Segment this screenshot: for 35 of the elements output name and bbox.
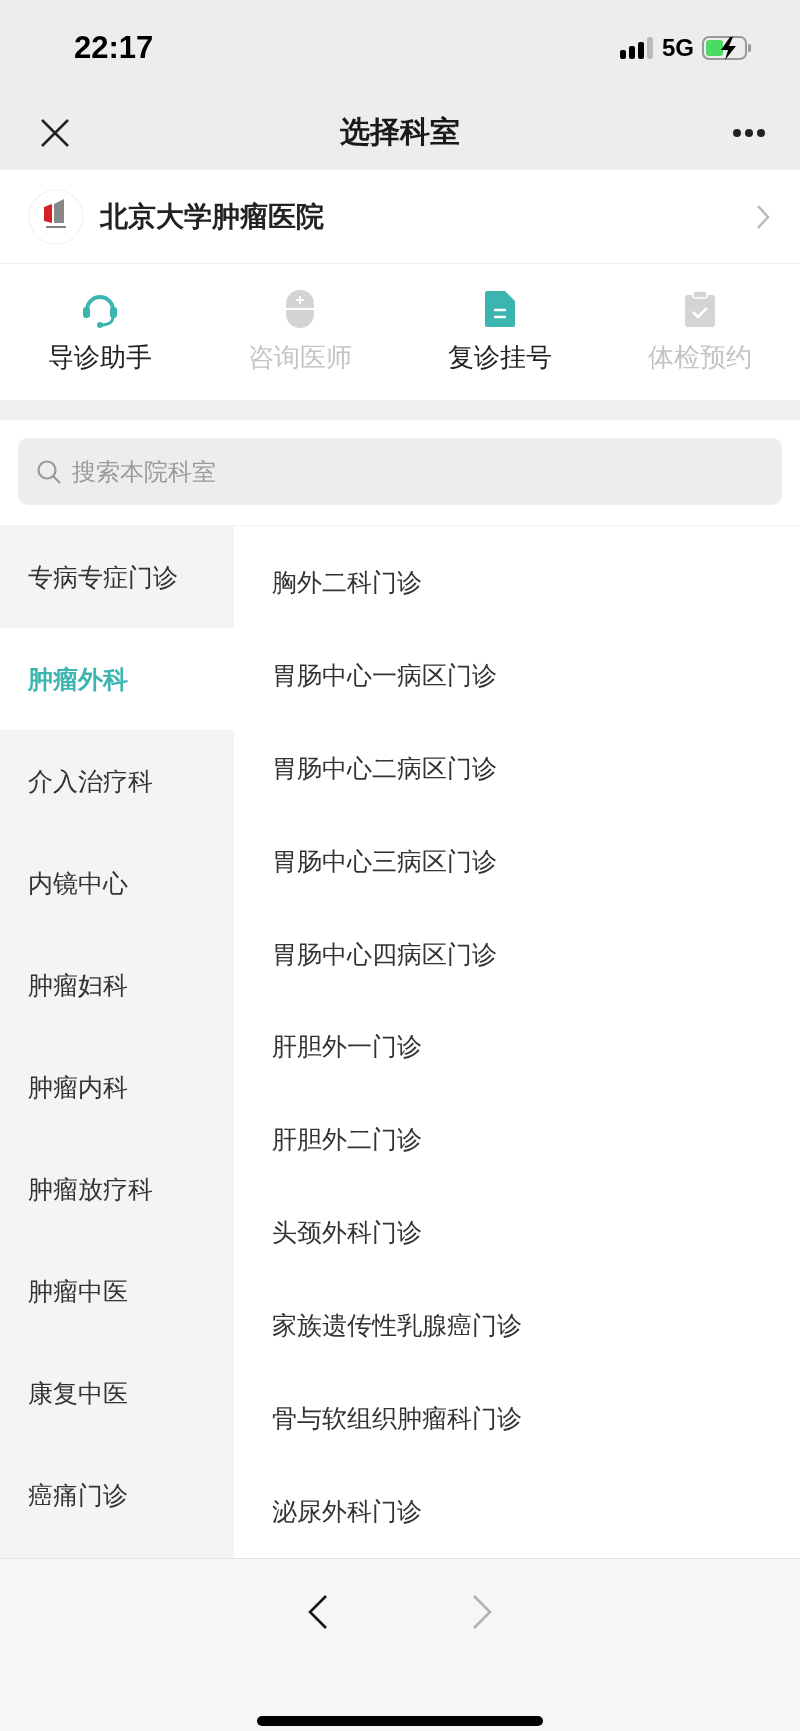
signal-icon [620,36,654,59]
department-item[interactable]: 胃肠中心四病区门诊 [234,907,800,1001]
battery-icon [702,34,752,61]
department-item[interactable]: 骨与软组织肿瘤科门诊 [234,1372,800,1466]
category-item[interactable]: 肿瘤内科 [0,1036,234,1138]
department-item[interactable]: 胃肠中心二病区门诊 [234,721,800,815]
category-item[interactable]: 癌痛门诊 [0,1444,234,1546]
department-item[interactable]: 胃肠中心一病区门诊 [234,628,800,722]
search-icon [36,459,62,485]
service-button[interactable]: 复诊挂号 [400,289,600,375]
department-item[interactable]: 肝胆外二门诊 [234,1093,800,1187]
page-title: 选择科室 [340,113,460,151]
category-item[interactable]: 肿瘤妇科 [0,934,234,1036]
close-icon [40,117,70,148]
department-item[interactable]: 胃肠中心三病区门诊 [234,814,800,908]
status-time: 22:17 [74,29,154,66]
department-item[interactable]: 肝胆外一门诊 [234,1000,800,1094]
category-item[interactable]: 专病专症门诊 [0,526,234,628]
search-field[interactable]: 搜索本院科室 [18,438,782,505]
hospital-name[interactable]: 北京大学肿瘤医院 [100,197,740,236]
more-icon [732,127,766,138]
department-item[interactable]: 泌尿外科门诊 [234,1465,800,1558]
service-button[interactable]: 导诊助手 [0,289,200,375]
department-item[interactable]: 家族遗传性乳腺癌门诊 [234,1279,800,1373]
hospital-logo [28,188,84,245]
clipboard-icon [684,289,716,328]
category-item[interactable]: 肿瘤中医 [0,1240,234,1342]
department-item[interactable]: 头颈外科门诊 [234,1186,800,1280]
network-type: 5G [662,33,694,62]
document-icon [484,289,516,328]
department-item[interactable]: 胸外二科门诊 [234,536,800,629]
category-item[interactable]: 内镜中心 [0,832,234,934]
category-item[interactable]: 介入治疗科 [0,730,234,832]
category-item[interactable]: 康复中医 [0,1342,234,1444]
category-item[interactable]: 肿瘤放疗科 [0,1138,234,1240]
